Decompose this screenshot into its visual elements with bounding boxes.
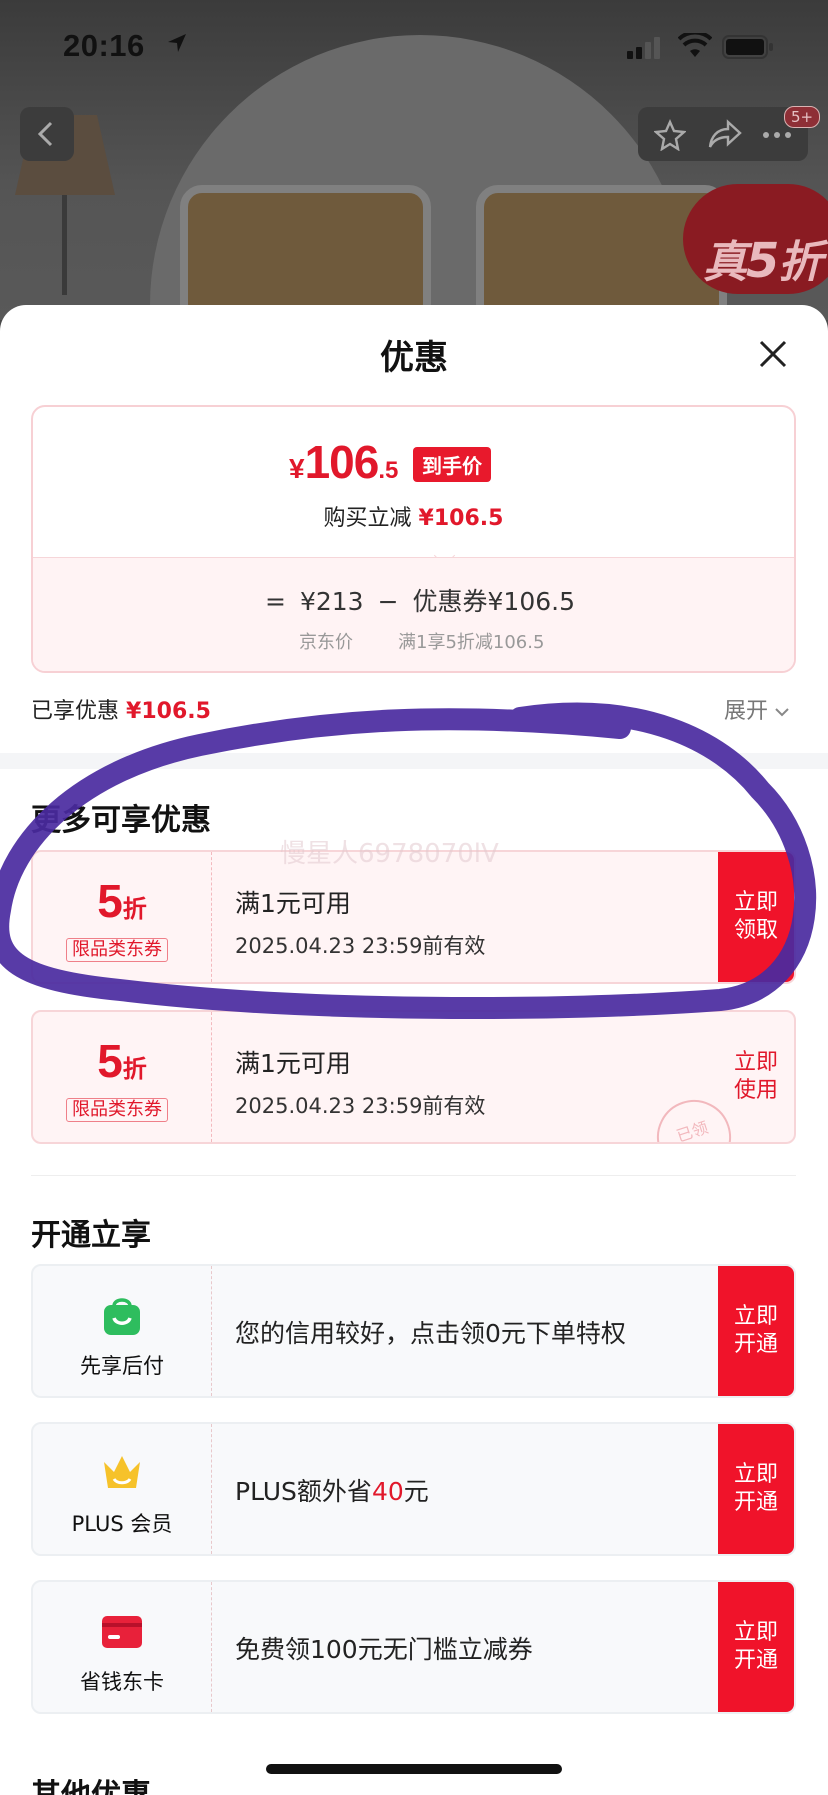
other-discounts-title: 其他优惠 xyxy=(31,1770,151,1795)
home-indicator[interactable] xyxy=(266,1764,562,1774)
activate-plus-button[interactable]: 立即 开通 xyxy=(718,1424,794,1554)
activate-savings-card-button[interactable]: 立即 开通 xyxy=(718,1582,794,1712)
coupon-condition: 满1元可用 xyxy=(235,1049,351,1078)
service-description: PLUS额外省40元 xyxy=(235,1477,429,1506)
use-coupon-button[interactable]: 立即 使用 xyxy=(718,1012,794,1142)
price-breakdown: = ¥213− 优惠券¥106.5 京东价 满1享5折减106.5 xyxy=(33,557,794,671)
wifi-icon xyxy=(678,33,712,57)
coupon-card: 5折 限品类东券 满1元可用 2025.04.23 23:59前有效 立即 领取 xyxy=(31,850,796,984)
service-description: 免费领100元无门槛立减券 xyxy=(235,1635,533,1664)
cellular-signal-icon xyxy=(627,37,660,59)
claim-coupon-button[interactable]: 立即 领取 xyxy=(718,852,794,982)
back-button[interactable] xyxy=(20,107,74,161)
close-icon[interactable] xyxy=(757,338,789,370)
star-favorite-icon[interactable] xyxy=(654,119,686,151)
crown-icon xyxy=(104,1456,140,1488)
section-gap xyxy=(0,753,828,769)
final-price-card: ¥106.5 到手价 购买立减 ¥106.5 = ¥213− 优惠券¥106.5 京… xyxy=(31,405,796,673)
service-description: 您的信用较好，点击领0元下单特权 xyxy=(235,1319,626,1348)
pillow-image-left xyxy=(180,185,431,320)
coupon-validity: 2025.04.23 23:59前有效 xyxy=(235,1094,486,1118)
coupon-discount-area: 5折 限品类东券 xyxy=(33,852,212,982)
coupon-category-tag: 限品类东券 xyxy=(66,938,168,962)
chevron-down-icon xyxy=(775,708,789,717)
status-time: 20:16 xyxy=(63,28,145,63)
service-icon-area: 省钱东卡 xyxy=(33,1582,212,1712)
top-action-bar xyxy=(638,107,808,161)
divider xyxy=(31,1175,796,1176)
card-icon xyxy=(102,1616,142,1648)
promo-badge: 真5折 xyxy=(683,184,828,294)
activate-pay-later-button[interactable]: 立即 开通 xyxy=(718,1266,794,1396)
status-bar: 20:16 xyxy=(0,0,828,90)
jd-price-label: 京东价 xyxy=(299,632,353,653)
shopping-bag-icon xyxy=(104,1298,140,1335)
watermark: 慢星人6978070lV xyxy=(280,839,499,869)
service-name: PLUS 会员 xyxy=(71,1512,173,1536)
coupon-discount: 5折 xyxy=(97,1035,147,1087)
discount-sheet: 优惠 ¥106.5 到手价 购买立减 ¥106.5 = ¥213− 优惠券¥106.… xyxy=(0,305,828,1795)
share-icon[interactable] xyxy=(708,119,742,149)
service-name: 省钱东卡 xyxy=(80,1670,164,1694)
coupon-discount-area: 5折 限品类东券 xyxy=(33,1012,212,1142)
coupon-category-tag: 限品类东券 xyxy=(66,1098,168,1122)
price-formula: = ¥213− 优惠券¥106.5 xyxy=(265,587,576,616)
more-icon[interactable] xyxy=(762,131,792,139)
chevron-left-icon xyxy=(37,121,53,147)
coupon-validity: 2025.04.23 23:59前有效 xyxy=(235,934,486,958)
location-arrow-icon xyxy=(168,34,186,52)
coupon-condition: 满1元可用 xyxy=(235,889,351,918)
final-price-section: ¥106.5 到手价 购买立减 ¥106.5 xyxy=(33,407,794,557)
more-discounts-title: 更多可享优惠 xyxy=(31,803,211,838)
final-price-tag: 到手价 xyxy=(413,447,491,482)
service-icon-area: 先享后付 xyxy=(33,1266,212,1396)
service-card-savings-card: 省钱东卡 免费领100元无门槛立减券 立即 开通 xyxy=(31,1580,796,1714)
lamp-pole-image xyxy=(62,195,67,295)
enjoyed-discount: 已享优惠 ¥106.5 xyxy=(31,699,211,724)
coupon-discount: 5折 xyxy=(97,875,147,927)
battery-icon xyxy=(722,35,773,59)
instant-reduction-line: 购买立减 ¥106.5 xyxy=(323,506,504,531)
sheet-title: 优惠 xyxy=(380,338,448,378)
service-card-plus: PLUS 会员 PLUS额外省40元 立即 开通 xyxy=(31,1422,796,1556)
service-icon-area: PLUS 会员 xyxy=(33,1424,212,1554)
coupon-desc-label: 满1享5折减106.5 xyxy=(398,632,545,653)
service-name: 先享后付 xyxy=(80,1354,164,1378)
coupon-card: 5折 限品类东券 满1元可用 2025.04.23 23:59前有效 已领 立即… xyxy=(31,1010,796,1144)
open-benefits-title: 开通立享 xyxy=(31,1218,151,1253)
expand-button[interactable]: 展开 xyxy=(724,693,790,725)
final-price: ¥106.5 xyxy=(289,436,399,488)
message-count-badge: 5+ xyxy=(784,106,821,128)
service-card-pay-later: 先享后付 您的信用较好，点击领0元下单特权 立即 开通 xyxy=(31,1264,796,1398)
